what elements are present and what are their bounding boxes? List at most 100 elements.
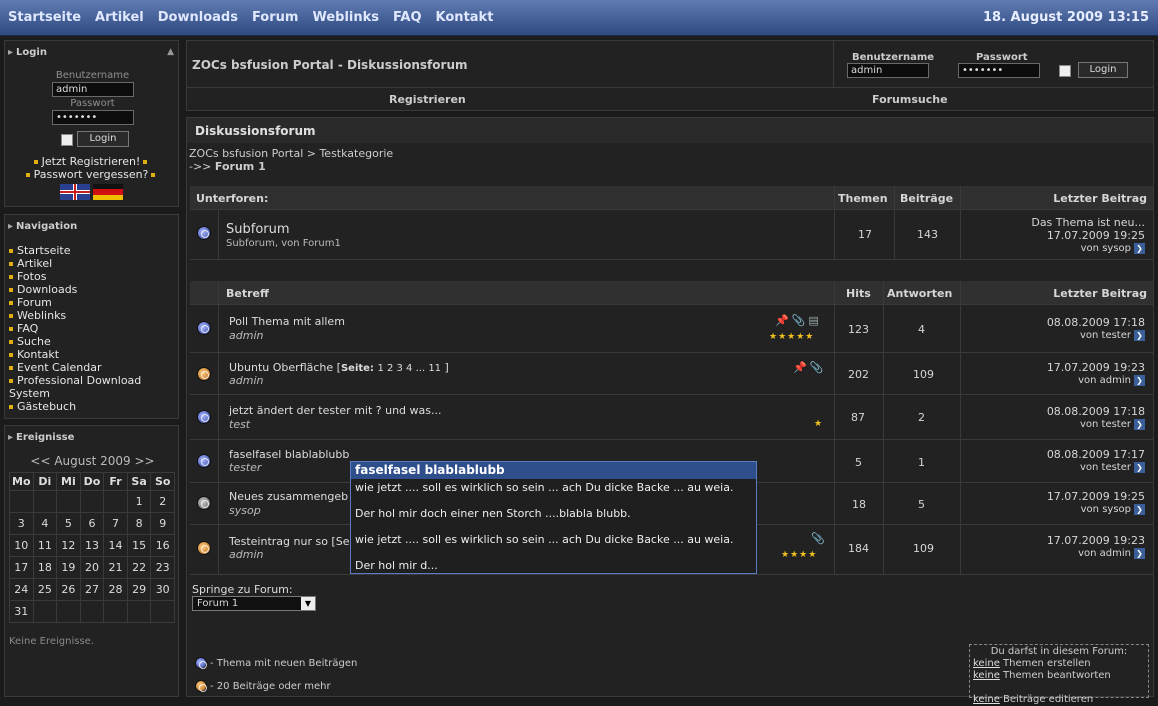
calendar-day[interactable]: 22 [126, 556, 152, 579]
topic-author[interactable]: sysop [229, 504, 261, 517]
topic-pages[interactable]: 1 2 3 4 ... 11 [377, 363, 441, 374]
calendar-day[interactable]: 9 [150, 512, 175, 535]
topic-title[interactable]: faselfasel blablablubb [229, 448, 349, 461]
calendar-day[interactable]: 11 [32, 534, 58, 557]
calendar-day[interactable]: 27 [79, 578, 105, 601]
password-input[interactable]: ••••••• [52, 110, 134, 125]
nav-item[interactable]: Weblinks [9, 309, 141, 322]
calendar-day[interactable]: 17 [9, 556, 34, 579]
topic-author[interactable]: tester [229, 461, 261, 474]
login-button[interactable]: Login [77, 131, 129, 147]
goto-last-post-icon[interactable]: ❯ [1134, 418, 1145, 430]
flag-uk-icon[interactable] [60, 184, 90, 200]
topic-last-by[interactable]: von tester [1080, 462, 1131, 473]
topic-last-by[interactable]: von admin [1078, 375, 1131, 386]
forum-search-tab[interactable]: Forumsuche [872, 93, 948, 106]
calendar-day[interactable]: 16 [150, 534, 175, 557]
calendar-day[interactable]: 14 [103, 534, 128, 557]
calendar-day[interactable]: 23 [150, 556, 175, 579]
calendar-day[interactable]: 25 [32, 578, 58, 601]
calendar-day[interactable]: 5 [56, 512, 81, 535]
nav-item[interactable]: Kontakt [9, 348, 141, 361]
nav-item[interactable]: Forum [9, 296, 141, 309]
goto-last-post-icon[interactable]: ❯ [1134, 461, 1145, 473]
forgot-password-link[interactable]: Passwort vergessen? [34, 168, 149, 181]
topnav-forum[interactable]: Forum [252, 10, 299, 25]
topic-last-by[interactable]: von sysop [1081, 504, 1131, 515]
topic-author[interactable]: admin [229, 548, 263, 561]
nav-item[interactable]: Gästebuch [9, 400, 141, 413]
topic-title[interactable]: jetzt ändert der tester mit ? und was... [229, 404, 442, 417]
header-password-input[interactable]: ••••••• [958, 63, 1040, 78]
nav-item[interactable]: Professional Download [9, 374, 141, 387]
calendar-day[interactable]: 24 [9, 578, 34, 601]
calendar-day[interactable]: 13 [79, 534, 105, 557]
permission-link[interactable]: keine [973, 670, 1000, 681]
header-username-input[interactable]: admin [847, 63, 929, 78]
calendar-day[interactable]: 21 [103, 556, 128, 579]
flag-de-icon[interactable] [93, 184, 123, 200]
topic-title[interactable]: Poll Thema mit allem [229, 315, 345, 328]
username-input[interactable]: admin [52, 82, 134, 97]
topic-author[interactable]: admin [229, 329, 263, 342]
topic-title[interactable]: Neues zusammengeb [229, 490, 348, 503]
collapse-icon[interactable]: ▲ [167, 47, 174, 57]
calendar-day[interactable]: 12 [56, 534, 81, 557]
permission-link[interactable]: keine [973, 694, 1000, 705]
permission-link[interactable]: keine [973, 658, 1000, 669]
breadcrumb[interactable]: ZOCs bsfusion Portal > Testkategorie [189, 147, 393, 160]
topnav-kontakt[interactable]: Kontakt [436, 10, 494, 25]
subforum-last-by[interactable]: von sysop [1081, 243, 1131, 254]
header-remember-checkbox[interactable] [1059, 65, 1071, 77]
nav-item[interactable]: Startseite [9, 244, 141, 257]
topic-last-by[interactable]: von tester [1080, 419, 1131, 430]
nav-item-wrap[interactable]: System [9, 387, 141, 400]
topic-author[interactable]: admin [229, 374, 263, 387]
topic-author[interactable]: test [229, 418, 250, 431]
topnav-artikel[interactable]: Artikel [95, 10, 144, 25]
calendar-day[interactable]: 6 [79, 512, 105, 535]
calendar-day[interactable]: 4 [32, 512, 58, 535]
topnav-faq[interactable]: FAQ [393, 10, 422, 25]
nav-item[interactable]: Artikel [9, 257, 141, 270]
topnav-downloads[interactable]: Downloads [158, 10, 238, 25]
nav-item[interactable]: Downloads [9, 283, 141, 296]
calendar-day[interactable]: 8 [126, 512, 152, 535]
subforum-link[interactable]: Subforum [226, 222, 290, 237]
register-tab[interactable]: Registrieren [389, 93, 466, 106]
calendar-day[interactable]: 10 [9, 534, 34, 557]
remember-checkbox[interactable] [61, 134, 73, 146]
calendar-day[interactable]: 19 [56, 556, 81, 579]
calendar-month-nav[interactable]: << August 2009 >> [5, 454, 180, 468]
nav-item[interactable]: Suche [9, 335, 141, 348]
dropdown-arrow-icon[interactable]: ▼ [301, 597, 315, 610]
topic-title[interactable]: Ubuntu Oberfläche [229, 361, 333, 374]
goto-last-post-icon[interactable]: ❯ [1134, 242, 1145, 254]
goto-last-post-icon[interactable]: ❯ [1134, 329, 1145, 341]
header-login-button[interactable]: Login [1078, 62, 1128, 78]
topnav-startseite[interactable]: Startseite [8, 10, 81, 25]
calendar-day[interactable]: 18 [32, 556, 58, 579]
goto-last-post-icon[interactable]: ❯ [1134, 503, 1145, 515]
calendar-day[interactable]: 30 [150, 578, 175, 601]
subforum-last-title[interactable]: Das Thema ist neu... [1031, 216, 1145, 229]
calendar-day[interactable]: 20 [79, 556, 105, 579]
topic-title[interactable]: Testeintrag nur so [Se [229, 535, 349, 548]
calendar-day[interactable]: 1 [126, 490, 152, 513]
calendar-day[interactable]: 28 [103, 578, 128, 601]
calendar-day[interactable]: 31 [9, 600, 34, 623]
topic-last-by[interactable]: von admin [1078, 548, 1131, 559]
register-link[interactable]: Jetzt Registrieren! [42, 155, 141, 168]
topnav-weblinks[interactable]: Weblinks [312, 10, 379, 25]
nav-item[interactable]: FAQ [9, 322, 141, 335]
nav-item[interactable]: Event Calendar [9, 361, 141, 374]
topic-last-by[interactable]: von tester [1080, 330, 1131, 341]
calendar-day[interactable]: 3 [9, 512, 34, 535]
goto-last-post-icon[interactable]: ❯ [1134, 374, 1145, 386]
goto-last-post-icon[interactable]: ❯ [1134, 547, 1145, 559]
calendar-day[interactable]: 7 [103, 512, 128, 535]
calendar-day[interactable]: 29 [126, 578, 152, 601]
calendar-day[interactable]: 2 [150, 490, 175, 513]
calendar-day[interactable]: 15 [126, 534, 152, 557]
nav-item[interactable]: Fotos [9, 270, 141, 283]
